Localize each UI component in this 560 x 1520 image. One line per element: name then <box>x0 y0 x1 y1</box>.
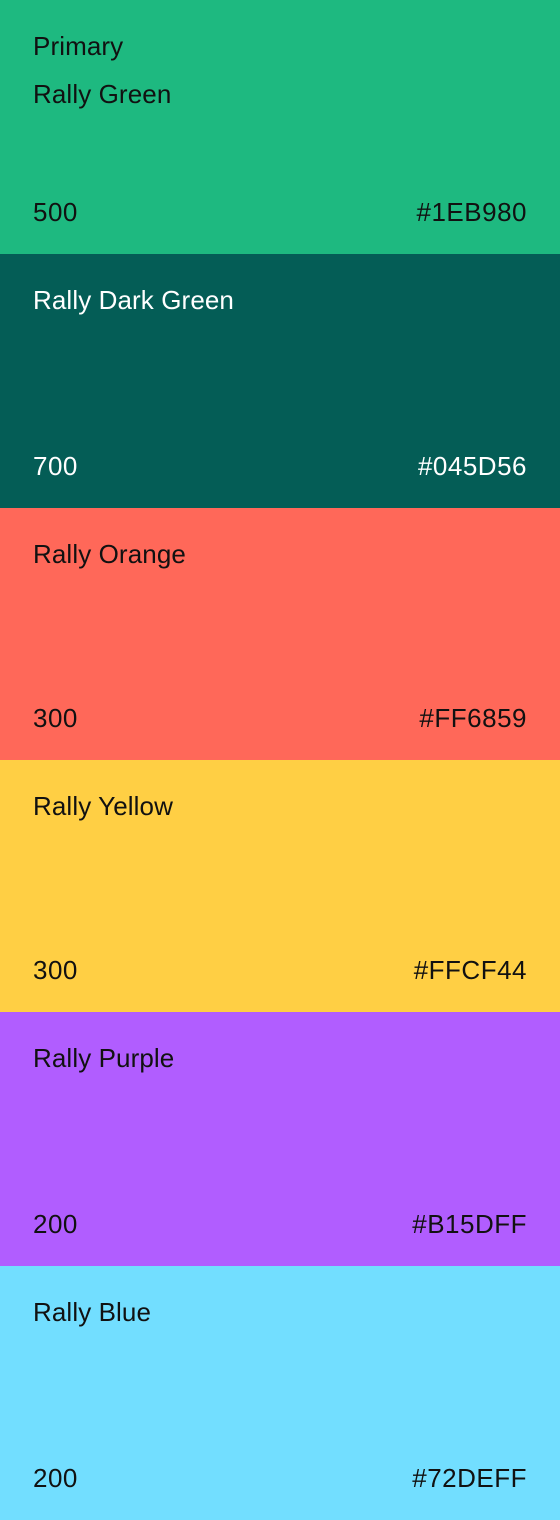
swatch-name: Rally Yellow <box>33 791 173 821</box>
swatch-rally-yellow: Rally Yellow 300 #FFCF44 <box>0 760 560 1012</box>
swatch-label-group: Primary Rally Green <box>33 30 171 110</box>
swatch-weight: 300 <box>33 703 78 733</box>
swatch-label-group: Rally Dark Green <box>33 284 234 316</box>
swatch-name: Rally Green <box>33 79 172 109</box>
swatch-caption: Primary <box>33 31 124 61</box>
swatch-label-group: Rally Orange <box>33 538 186 570</box>
swatch-rally-blue: Rally Blue 200 #72DEFF <box>0 1266 560 1520</box>
swatch-name: Rally Dark Green <box>33 285 234 315</box>
swatch-hex: #B15DFF <box>412 1209 527 1239</box>
swatch-hex: #045D56 <box>417 451 527 481</box>
swatch-weight: 700 <box>33 451 78 481</box>
swatch-weight: 500 <box>33 197 78 227</box>
swatch-rally-green: Primary Rally Green 500 #1EB980 <box>0 0 560 254</box>
swatch-weight: 200 <box>33 1463 78 1493</box>
swatch-name: Rally Orange <box>33 539 186 569</box>
swatch-rally-orange: Rally Orange 300 #FF6859 <box>0 508 560 760</box>
swatch-hex: #72DEFF <box>412 1463 527 1493</box>
swatch-label-group: Rally Purple <box>33 1042 174 1074</box>
swatch-name: Rally Blue <box>33 1297 152 1327</box>
swatch-hex: #1EB980 <box>416 197 527 227</box>
color-palette: Primary Rally Green 500 #1EB980 Rally Da… <box>0 0 560 1520</box>
swatch-weight: 300 <box>33 955 78 985</box>
swatch-hex: #FFCF44 <box>413 955 527 985</box>
swatch-weight: 200 <box>33 1209 78 1239</box>
swatch-rally-dark-green: Rally Dark Green 700 #045D56 <box>0 254 560 508</box>
swatch-hex: #FF6859 <box>419 703 527 733</box>
swatch-name: Rally Purple <box>33 1043 175 1073</box>
swatch-label-group: Rally Blue <box>33 1296 151 1328</box>
swatch-rally-purple: Rally Purple 200 #B15DFF <box>0 1012 560 1266</box>
swatch-label-group: Rally Yellow <box>33 790 173 822</box>
